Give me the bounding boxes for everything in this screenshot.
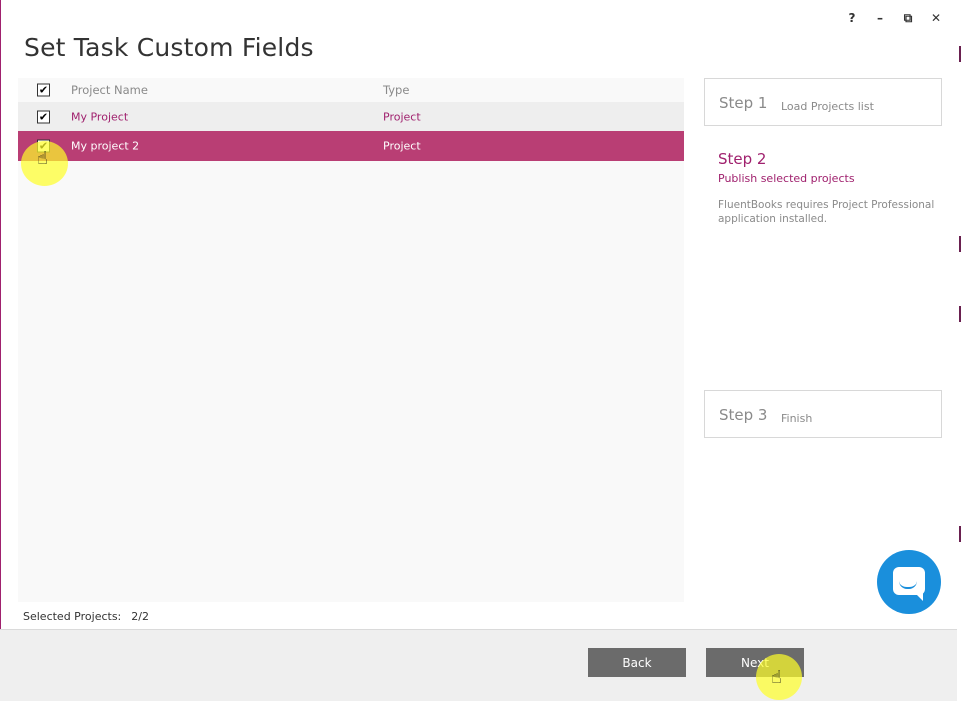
step-1-label: Step 1 [719, 94, 768, 112]
step-2-label: Step 2 [718, 150, 767, 168]
step-2-text: Publish selected projects [718, 172, 855, 185]
project-name-cell: My Project [71, 110, 129, 124]
status-value: 2/2 [131, 610, 149, 623]
projects-grid: ✔ Project Name Type ✔ My Project Project… [18, 78, 684, 602]
step-3-label: Step 3 [719, 406, 768, 424]
table-row-selected[interactable]: ✔ My project 2 Project [18, 131, 684, 161]
project-type-cell: Project [383, 110, 421, 124]
project-name-cell: My project 2 [71, 139, 140, 153]
help-icon[interactable]: ? [845, 10, 859, 26]
project-type-cell: Project [383, 139, 421, 153]
step-1-box: Step 1 Load Projects list [704, 78, 942, 126]
chat-bubble-icon[interactable] [877, 550, 941, 614]
footer-bar: Back Next [0, 629, 957, 701]
table-row[interactable]: ✔ My Project Project [18, 102, 684, 132]
step-3-box: Step 3 Finish [704, 390, 942, 438]
grid-header: ✔ Project Name Type [18, 78, 684, 102]
step-1-text: Load Projects list [781, 100, 874, 113]
restore-icon[interactable]: ⧉ [901, 10, 915, 26]
step-2-note: FluentBooks requires Project Professiona… [718, 199, 935, 225]
chat-smile [899, 581, 917, 589]
row-checkbox[interactable]: ✔ [37, 110, 50, 124]
hand-pointer-icon: ☝ [771, 667, 782, 688]
column-header-project-name[interactable]: Project Name [71, 83, 148, 97]
hand-pointer-icon: ☝ [37, 148, 48, 169]
back-button[interactable]: Back [588, 648, 686, 677]
window-border-left [0, 0, 1, 700]
column-header-type[interactable]: Type [383, 83, 409, 97]
window-border-right [957, 0, 961, 700]
select-all-checkbox[interactable]: ✔ [37, 83, 50, 97]
page-title: Set Task Custom Fields [24, 33, 314, 62]
step-3-text: Finish [781, 412, 813, 425]
close-icon[interactable]: ✕ [929, 10, 943, 26]
chat-bubble-shape [893, 567, 925, 601]
window-controls: ? – ⧉ ✕ [845, 10, 943, 26]
status-label: Selected Projects: [23, 610, 122, 623]
minimize-icon[interactable]: – [873, 10, 887, 26]
selected-projects-status: Selected Projects: 2/2 [23, 610, 149, 623]
step-2-active: Step 2 Publish selected projects FluentB… [718, 150, 938, 226]
